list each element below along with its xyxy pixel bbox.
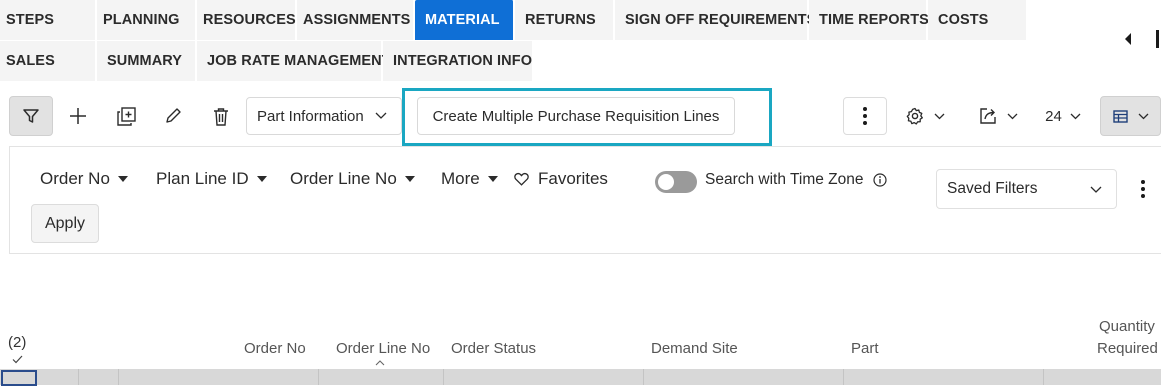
cell-divider [78,369,79,385]
plan-line-id-filter[interactable]: Plan Line ID [156,169,267,189]
edit-button[interactable] [151,96,195,136]
toggle-knob [658,174,674,190]
cell-divider [443,369,444,385]
tab-returns[interactable]: RETURNS [515,0,614,40]
favorites-button[interactable]: Favorites [514,169,608,189]
tab-bar: STEPS PLANNING RESOURCES ASSIGNMENTS MAT… [0,0,1161,82]
order-no-filter[interactable]: Order No [40,169,128,189]
sort-ascending-icon [375,360,385,366]
add-button[interactable] [56,96,100,136]
chevron-down-icon [1070,113,1081,119]
info-icon[interactable] [872,173,887,187]
time-zone-toggle[interactable] [655,171,697,193]
page-size-dropdown[interactable]: 24 [1037,96,1089,136]
plan-line-id-filter-label: Plan Line ID [156,169,249,188]
tab-integration-info[interactable]: INTEGRATION INFO [383,41,533,81]
chevron-down-icon [934,113,944,119]
tab-summary[interactable]: SUMMARY [97,41,196,81]
tab-resources[interactable]: RESOURCES [197,0,296,40]
table-view-icon [1112,109,1128,123]
filter-more-options-icon[interactable] [1141,180,1145,198]
tab-costs[interactable]: COSTS [928,0,1027,40]
order-no-filter-label: Order No [40,169,110,188]
export-icon [979,108,996,124]
apply-button[interactable]: Apply [31,204,99,243]
settings-button[interactable] [897,96,953,136]
filter-toggle-button[interactable] [9,96,53,136]
column-header-order-no[interactable]: Order No [244,340,306,357]
highlight-frame [402,88,772,146]
column-header-order-status[interactable]: Order Status [451,340,536,357]
column-header-demand-site[interactable]: Demand Site [651,340,738,357]
column-header-part[interactable]: Part [851,340,879,357]
cell-divider [318,369,319,385]
part-information-dropdown[interactable]: Part Information [246,97,402,135]
chevron-down-icon [1007,113,1017,119]
tab-scroll-left-icon[interactable] [1123,32,1133,46]
trash-icon [214,107,228,126]
export-button[interactable] [970,96,1026,136]
kebab-menu-icon [863,107,867,125]
saved-filters-dropdown[interactable]: Saved Filters [936,169,1117,209]
caret-down-icon [487,176,498,182]
page-size-value: 24 [1045,107,1062,125]
grid-header: (2) Order No Order Line No Order Status … [0,300,1161,370]
saved-filters-label: Saved Filters [947,180,1038,197]
part-information-label: Part Information [257,107,364,125]
column-header-order-line-no[interactable]: Order Line No [336,340,430,357]
tab-sales[interactable]: SALES [0,41,96,81]
tab-sign-off-requirements[interactable]: SIGN OFF REQUIREMENTS [615,0,816,40]
view-mode-button[interactable] [1100,96,1161,136]
table-row[interactable] [0,369,1161,386]
time-zone-label: Search with Time Zone [705,171,864,188]
chevron-down-icon [375,112,387,119]
more-filters-dropdown[interactable]: More [441,169,498,189]
selected-count: (2) [8,334,27,351]
order-line-no-filter[interactable]: Order Line No [290,169,415,189]
tab-material[interactable]: MATERIAL [415,0,514,40]
tab-time-reports[interactable]: TIME REPORTS [809,0,929,40]
chevron-down-icon [1138,113,1148,119]
tab-scroll-right-icon[interactable] [1155,30,1161,48]
tab-assignments[interactable]: ASSIGNMENTS [297,0,414,40]
heart-icon [514,172,529,186]
tab-planning[interactable]: PLANNING [97,0,196,40]
filter-icon [23,109,39,123]
column-header-quantity-required[interactable]: Required [1097,340,1158,357]
tab-steps[interactable]: STEPS [0,0,96,40]
tab-job-rate-management[interactable]: JOB RATE MANAGEMENT [197,41,391,81]
caret-down-icon [404,176,415,182]
checkmark-icon[interactable] [12,355,23,364]
delete-button[interactable] [199,96,243,136]
duplicate-button[interactable] [104,96,148,136]
chevron-down-icon [1090,186,1102,193]
cell-divider [118,369,119,385]
duplicate-icon [116,106,136,126]
time-zone-label-group: Search with Time Zone [705,171,887,189]
gear-icon [906,107,923,125]
more-actions-button[interactable] [843,97,887,135]
cell-divider [643,369,644,385]
row-select-cell[interactable] [1,370,37,386]
caret-down-icon [117,176,128,182]
column-header-quantity[interactable]: Quantity [1099,318,1155,335]
cell-divider [843,369,844,385]
pencil-icon [166,108,181,123]
favorites-label: Favorites [538,169,608,188]
order-line-no-filter-label: Order Line No [290,169,397,188]
cell-divider [1043,369,1044,385]
filter-panel: Order No Plan Line ID Order Line No More… [9,146,1161,254]
caret-down-icon [256,176,267,182]
more-filters-label: More [441,169,480,188]
plus-icon [70,108,86,124]
